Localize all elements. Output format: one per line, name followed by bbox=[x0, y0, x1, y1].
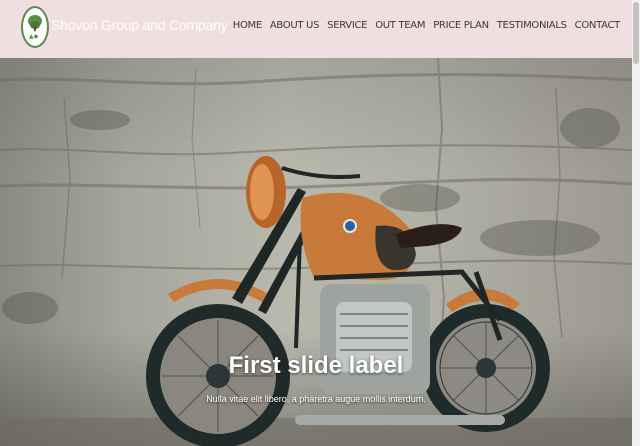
page-scrollbar[interactable] bbox=[632, 0, 640, 446]
nav-home[interactable]: HOME bbox=[233, 20, 262, 31]
main-nav: HOME ABOUT US SERVICE OUT TEAM PRICE PLA… bbox=[233, 20, 621, 31]
navbar: ▲◆ Shovon Group and Company HOME ABOUT U… bbox=[0, 0, 632, 58]
nav-out-team[interactable]: OUT TEAM bbox=[375, 20, 425, 31]
svg-text:▲◆: ▲◆ bbox=[29, 33, 39, 40]
scrollbar-thumb[interactable] bbox=[633, 2, 639, 64]
slide-text: Nulla vitae elit libero, a pharetra augu… bbox=[206, 394, 426, 404]
brand-name[interactable]: Shovon Group and Company bbox=[51, 17, 228, 33]
slide-title: First slide label bbox=[228, 352, 404, 379]
nav-contact[interactable]: CONTACT bbox=[575, 20, 621, 31]
hero-carousel[interactable]: First slide label Nulla vitae elit liber… bbox=[0, 58, 632, 446]
nav-service[interactable]: SERVICE bbox=[327, 20, 367, 31]
nav-testimonials[interactable]: TESTIMONIALS bbox=[497, 20, 567, 31]
slide-image bbox=[0, 58, 632, 446]
tree-logo-icon: ▲◆ bbox=[28, 15, 42, 40]
nav-about-us[interactable]: ABOUT US bbox=[270, 20, 320, 31]
brand-logo[interactable]: ▲◆ bbox=[21, 6, 49, 48]
nav-price-plan[interactable]: PRICE PLAN bbox=[433, 20, 489, 31]
